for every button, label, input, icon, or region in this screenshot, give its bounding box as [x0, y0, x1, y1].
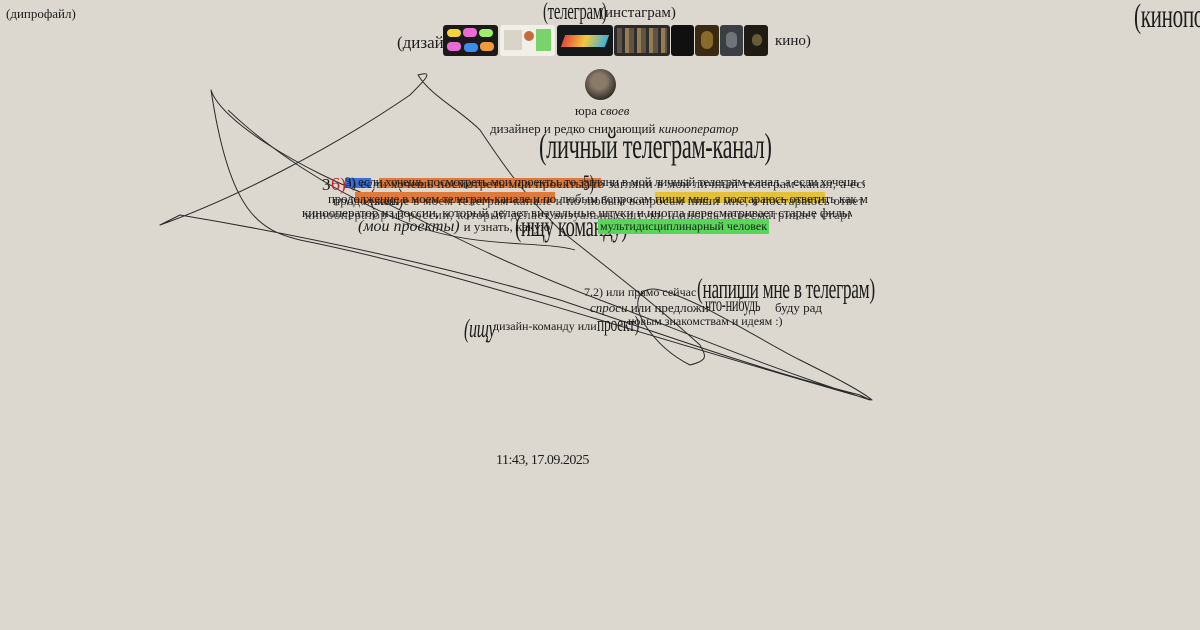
- avatar: [585, 69, 616, 100]
- contact-line-1: 7.2) или прямо сейчас: [584, 285, 697, 299]
- timestamp: 11:43, 17.09.2025: [496, 453, 589, 468]
- project-link[interactable]: проект): [597, 313, 665, 335]
- profile-name: юра своев: [575, 103, 629, 119]
- seek-team-label: (ищу: [464, 314, 496, 343]
- first-name: юра: [575, 103, 597, 118]
- cinema-thumb-5[interactable]: [744, 25, 768, 56]
- multidisciplinary-highlight: мультидисциплинарный человек: [598, 219, 770, 234]
- cinema-link[interactable]: кино): [775, 33, 811, 50]
- team-suffix-text: дизайн-команду или: [493, 319, 597, 333]
- something-label: что-нибудь: [705, 294, 761, 316]
- cinema-thumb-3[interactable]: [695, 25, 719, 56]
- last-name: своев: [600, 103, 630, 118]
- cinema-thumb-4[interactable]: [720, 25, 743, 56]
- project-label: проект): [597, 311, 639, 336]
- cinema-thumb-2[interactable]: [671, 25, 694, 56]
- personal-channel-label: (личный телеграм-канал): [539, 126, 772, 166]
- kinopoisk-link[interactable]: (кинопоиск): [1134, 0, 1200, 34]
- instagram-link[interactable]: (инстаграм): [600, 5, 676, 22]
- design-thumb-2[interactable]: [500, 25, 555, 56]
- my-projects-link[interactable]: (мои проекты): [358, 218, 460, 235]
- kinopoisk-label: (кинопоиск): [1134, 0, 1200, 35]
- design-thumb-3[interactable]: [557, 25, 613, 56]
- personal-channel-link[interactable]: (личный телеграм-канал): [539, 128, 914, 164]
- profile-link[interactable]: (дипрофайл): [6, 6, 76, 21]
- cinema-thumb-1[interactable]: [614, 25, 670, 56]
- telegram-label: (телеграм): [543, 0, 607, 25]
- design-thumb-1[interactable]: [443, 25, 498, 56]
